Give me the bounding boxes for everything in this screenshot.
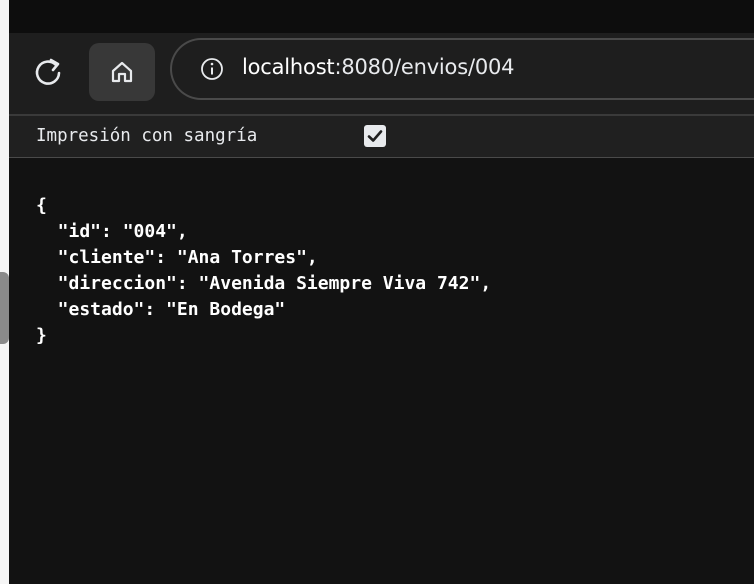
json-text: { "id": "004", "cliente": "Ana Torres", … bbox=[36, 195, 492, 346]
info-icon[interactable] bbox=[200, 57, 224, 81]
title-bar bbox=[9, 0, 754, 33]
pretty-print-checkbox[interactable] bbox=[364, 125, 386, 147]
home-button[interactable] bbox=[89, 43, 155, 101]
browser-window: localhost:8080/envios/004 Impresión con … bbox=[9, 0, 754, 584]
url-path: :8080/envios/004 bbox=[334, 55, 515, 79]
pretty-print-bar: Impresión con sangría bbox=[9, 116, 754, 158]
reload-icon[interactable] bbox=[31, 55, 65, 89]
address-bar[interactable]: localhost:8080/envios/004 bbox=[170, 38, 754, 100]
url-text[interactable]: localhost:8080/envios/004 bbox=[242, 55, 515, 79]
pretty-print-label: Impresión con sangría bbox=[36, 126, 258, 146]
browser-toolbar: localhost:8080/envios/004 bbox=[9, 33, 754, 115]
url-host: localhost bbox=[242, 55, 335, 79]
side-panel-handle[interactable] bbox=[0, 272, 9, 344]
checkmark-icon bbox=[367, 130, 383, 142]
json-content: { "id": "004", "cliente": "Ana Torres", … bbox=[9, 158, 754, 584]
home-icon bbox=[111, 61, 133, 83]
